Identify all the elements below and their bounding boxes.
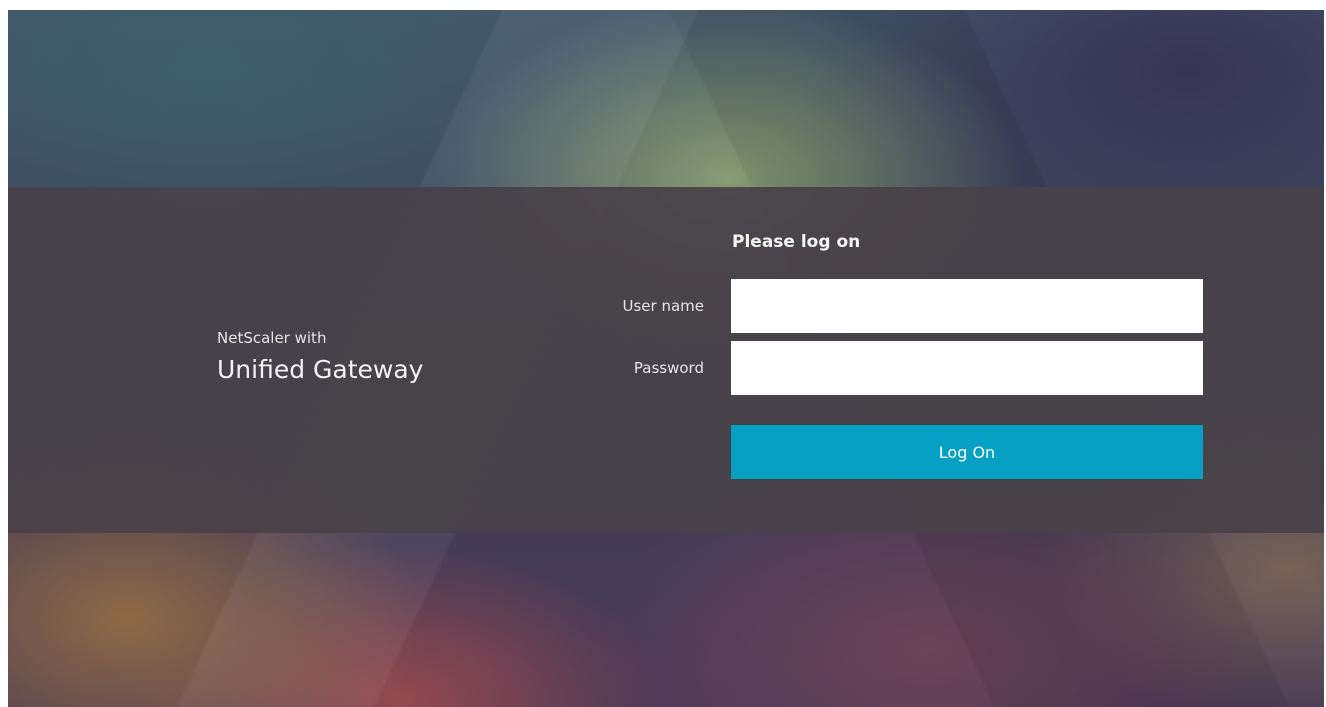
login-page: NetScaler with Unified Gateway Please lo… <box>8 10 1324 707</box>
brand-subtitle: NetScaler with <box>217 329 327 347</box>
password-input[interactable] <box>731 341 1203 395</box>
password-label: Password <box>633 359 704 377</box>
form-title: Please log on <box>732 232 861 252</box>
username-input[interactable] <box>731 279 1203 333</box>
brand-title: Unified Gateway <box>217 355 424 384</box>
username-label: User name <box>622 297 705 315</box>
log-on-button[interactable]: Log On <box>731 425 1203 479</box>
